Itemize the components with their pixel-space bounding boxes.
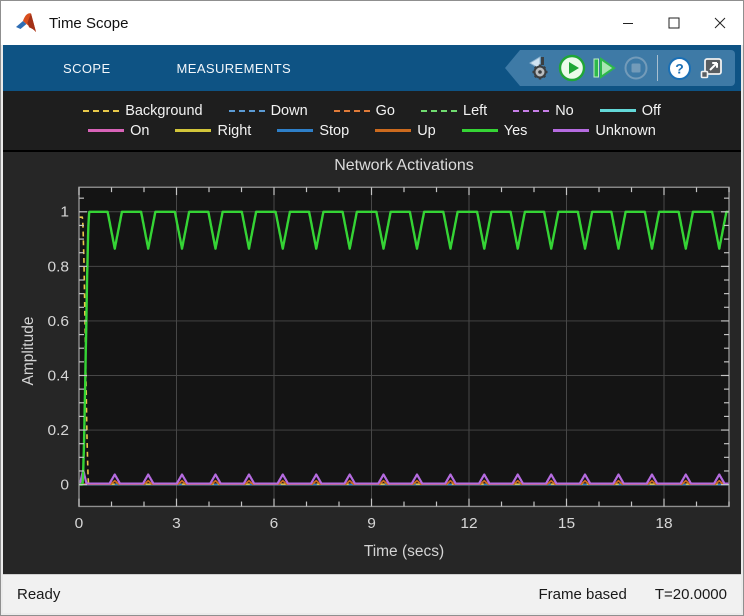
step-forward-icon [591,55,617,81]
toolbar-separator [657,55,658,81]
matlab-logo-icon [15,10,41,36]
x-tick-label: 12 [460,515,477,532]
legend-item-unknown[interactable]: Unknown [553,123,655,139]
step-back-settings-button[interactable] [524,52,556,84]
close-button[interactable] [697,1,743,45]
legend-swatch-no [513,110,549,112]
window-body: SCOPE MEASUREMENTS [1,45,743,615]
status-text: Ready [17,586,60,603]
legend-swatch-unknown [553,129,589,132]
legend-swatch-up [375,129,411,132]
legend-swatch-off [600,109,636,112]
popout-icon [698,55,724,81]
legend-item-stop[interactable]: Stop [277,123,349,139]
y-tick-label: 0.8 [47,258,69,275]
help-button[interactable]: ? [663,52,695,84]
minimize-button[interactable] [605,1,651,45]
legend-label: On [130,123,149,139]
tab-measurements[interactable]: MEASUREMENTS [177,61,292,76]
legend-swatch-yes [462,129,498,132]
legend-item-off[interactable]: Off [600,103,661,119]
x-tick-label: 15 [558,515,575,532]
stop-button[interactable] [620,52,652,84]
stop-icon [623,55,649,81]
legend-item-no[interactable]: No [513,103,574,119]
legend-item-background[interactable]: Background [83,103,202,119]
step-back-gear-icon [527,55,553,81]
x-axis-label: Time (secs) [79,543,729,561]
legend-swatch-on [88,129,124,132]
legend-label: Left [463,103,487,119]
legend-row: Background Down Go Left No Off [3,103,741,119]
legend-label: Yes [504,123,528,139]
legend-swatch-go [334,110,370,112]
legend-item-go[interactable]: Go [334,103,395,119]
y-tick-label: 0.6 [47,313,69,330]
legend-swatch-down [229,110,265,112]
legend-swatch-background [83,110,119,112]
legend-label: Unknown [595,123,655,139]
legend-swatch-right [175,129,211,132]
legend-item-on[interactable]: On [88,123,149,139]
x-tick-label: 9 [367,515,376,532]
plot-title: Network Activations [79,157,729,175]
legend-item-left[interactable]: Left [421,103,487,119]
tab-scope[interactable]: SCOPE [63,61,111,76]
x-tick-label: 6 [270,515,279,532]
run-icon [558,54,586,82]
legend-swatch-stop [277,129,313,132]
legend-label: No [555,103,574,119]
legend-label: Up [417,123,436,139]
legend-label: Right [217,123,251,139]
svg-text:?: ? [675,60,684,76]
y-tick-label: 1 [60,204,69,221]
x-tick-label: 0 [75,515,84,532]
help-icon: ? [667,56,692,81]
x-tick-label: 18 [655,515,672,532]
channel-legend: Background Down Go Left No Off On Right Stop Up Ye… [3,91,741,152]
run-button[interactable] [556,52,588,84]
step-forward-button[interactable] [588,52,620,84]
legend-item-up[interactable]: Up [375,123,436,139]
frame-mode-text: Frame based [538,586,626,603]
legend-item-down[interactable]: Down [229,103,308,119]
status-bar: Ready Frame based T=20.0000 [3,574,741,613]
legend-label: Go [376,103,395,119]
simulation-time-text: T=20.0000 [655,586,727,603]
legend-item-right[interactable]: Right [175,123,251,139]
y-tick-label: 0.4 [47,368,69,385]
title-bar: Time Scope [1,1,743,45]
legend-swatch-left [421,110,457,112]
popout-button[interactable] [695,52,727,84]
legend-label: Background [125,103,202,119]
simulation-toolbar: ? [520,50,735,86]
maximize-button[interactable] [651,1,697,45]
plot-panel: 0 3 6 9 12 15 18 0 0.2 0.4 0.6 0.8 1 Network Activat… [3,152,741,574]
y-axis-label: Amplitude [20,317,38,386]
ribbon-tab-bar: SCOPE MEASUREMENTS [3,45,741,91]
window-title: Time Scope [49,15,128,32]
x-tick-label: 3 [172,515,181,532]
legend-item-yes[interactable]: Yes [462,123,528,139]
time-scope-window: Time Scope SCOPE MEASUREMENTS [0,0,744,616]
legend-label: Down [271,103,308,119]
y-tick-label: 0 [60,477,69,494]
legend-label: Stop [319,123,349,139]
legend-row: On Right Stop Up Yes Unknown [3,123,741,139]
waveform-plot[interactable]: 0 3 6 9 12 15 18 0 0.2 0.4 0.6 0.8 1 [3,152,741,574]
legend-label: Off [642,103,661,119]
y-tick-label: 0.2 [47,422,69,439]
